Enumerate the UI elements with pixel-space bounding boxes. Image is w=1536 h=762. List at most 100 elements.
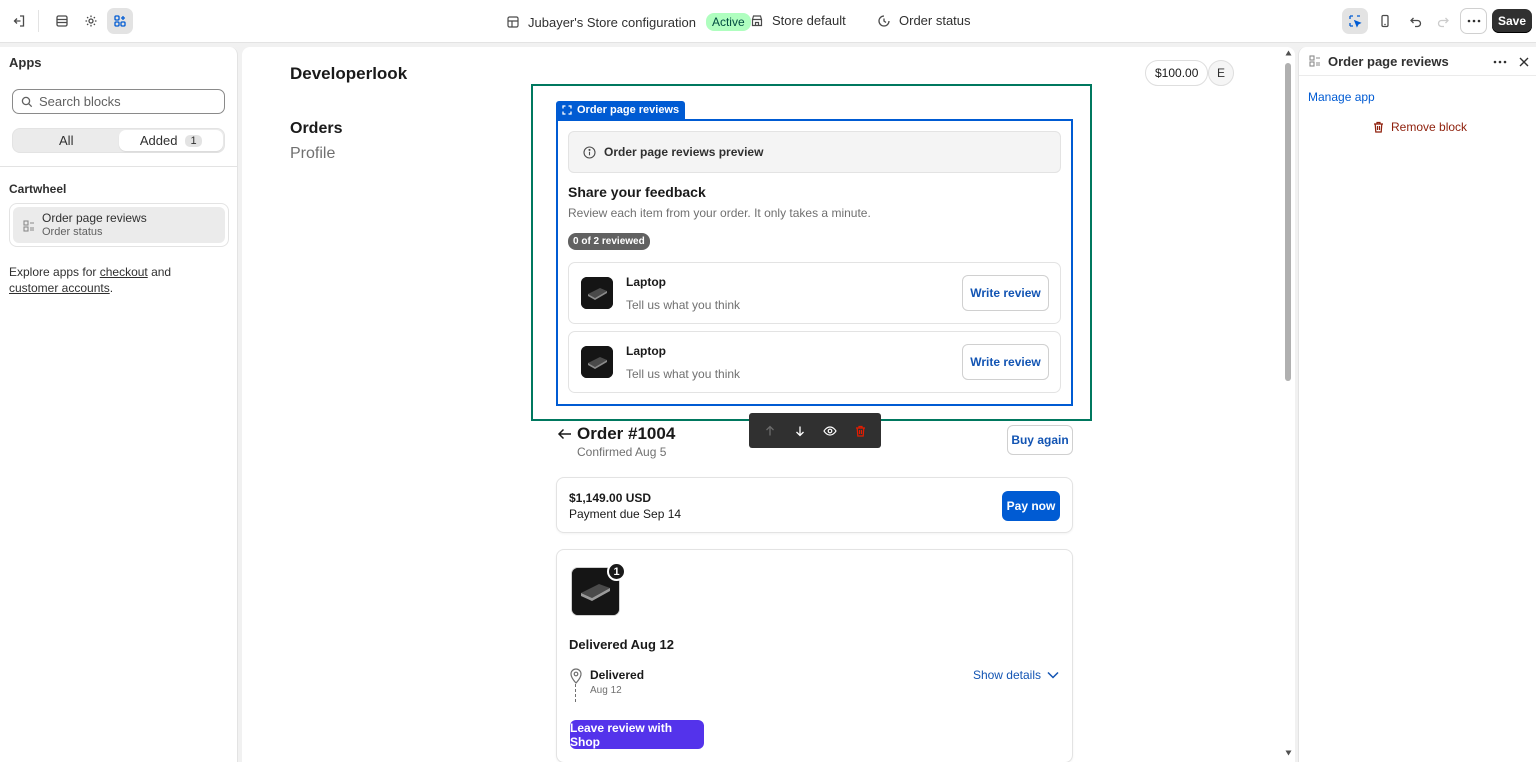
app-block-inner: Order page reviews Order status xyxy=(13,207,225,243)
buy-again-button[interactable]: Buy again xyxy=(1007,425,1073,455)
review-product-card: Laptop Tell us what you think Write revi… xyxy=(568,331,1061,393)
payment-amount: $1,149.00 USD xyxy=(569,491,652,505)
scrollbar-thumb[interactable] xyxy=(1285,63,1291,381)
delivered-heading: Delivered Aug 12 xyxy=(569,637,675,652)
more-horizontal-icon[interactable] xyxy=(1492,54,1508,70)
explore-suffix: . xyxy=(109,281,114,295)
toolbar-divider xyxy=(38,10,39,32)
store-credit-pill[interactable]: $100.00 xyxy=(1145,60,1209,86)
preview-info-banner: Order page reviews preview xyxy=(568,131,1061,173)
product-name: Laptop xyxy=(626,275,666,289)
block-toolbar xyxy=(749,413,881,448)
page-selector[interactable]: Order status xyxy=(877,13,971,28)
customer-accounts-link[interactable]: customer accounts xyxy=(9,281,110,295)
store-config-selector[interactable]: Jubayer's Store configuration Active xyxy=(506,13,751,31)
explore-and: and xyxy=(147,265,172,279)
search-icon xyxy=(21,96,33,107)
laptop-thumbnail xyxy=(581,346,613,378)
nav-orders-link[interactable]: Orders xyxy=(290,120,342,138)
panel-title: Apps xyxy=(9,55,42,70)
store-default-selector[interactable]: Store default xyxy=(750,13,846,28)
remove-block-label: Remove block xyxy=(1391,120,1468,134)
order-status-icon xyxy=(878,14,890,27)
filter-segmented-control: All Added 1 xyxy=(12,128,225,153)
app-block-icon xyxy=(1309,55,1323,69)
divider xyxy=(1299,75,1536,76)
app-block-item[interactable]: Order page reviews Order status xyxy=(9,203,229,247)
filter-added-tab[interactable]: Added 1 xyxy=(118,130,223,151)
app-block-icon xyxy=(19,216,39,236)
right-panel: Order page reviews Manage app Remove blo… xyxy=(1298,47,1536,762)
left-panel: Apps Search blocks All Added 1 Cartwheel… xyxy=(0,47,238,762)
trash-icon xyxy=(1374,121,1383,133)
search-input[interactable]: Search blocks xyxy=(12,89,225,114)
selected-block-label: Order page reviews xyxy=(577,104,680,116)
fulfillment-card: 1 Delivered Aug 12 Delivered Aug 12 Show… xyxy=(556,549,1073,762)
app-block-subtitle: Order status xyxy=(42,226,103,238)
delete-trash-icon[interactable] xyxy=(850,421,870,441)
exit-icon[interactable] xyxy=(6,8,32,34)
scroll-up-arrow-icon[interactable] xyxy=(1285,50,1292,56)
close-icon[interactable] xyxy=(1516,54,1532,70)
payment-card: $1,149.00 USD Payment due Sep 14 Pay now xyxy=(556,477,1073,533)
explore-prefix: Explore apps for xyxy=(9,265,100,279)
order-title: Order #1004 xyxy=(577,424,676,443)
redo-icon[interactable] xyxy=(1430,8,1456,34)
move-down-icon[interactable] xyxy=(790,421,810,441)
info-icon xyxy=(583,145,596,159)
delivery-status: Delivered xyxy=(590,668,645,682)
filter-all-label: All xyxy=(59,133,74,148)
show-details-label: Show details xyxy=(972,668,1041,682)
app-group-title: Cartwheel xyxy=(9,182,67,196)
app-block-title: Order page reviews xyxy=(42,211,147,225)
scroll-down-arrow-icon[interactable] xyxy=(1285,750,1292,756)
info-text: Order page reviews preview xyxy=(604,145,764,159)
manage-app-link[interactable]: Manage app xyxy=(1308,90,1375,104)
feedback-subtitle: Review each item from your order. It onl… xyxy=(568,206,871,220)
write-review-button[interactable]: Write review xyxy=(962,275,1049,311)
added-count-badge: 1 xyxy=(185,134,202,147)
preview-canvas: Developerlook Orders Profile $100.00 E O… xyxy=(242,47,1295,762)
undo-icon[interactable] xyxy=(1403,8,1429,34)
feedback-title: Share your feedback xyxy=(568,184,706,200)
pay-now-button[interactable]: Pay now xyxy=(1002,491,1060,521)
timeline-line xyxy=(575,684,576,702)
more-actions-button[interactable] xyxy=(1460,8,1487,34)
nav-profile-link[interactable]: Profile xyxy=(290,145,335,163)
order-confirmed-date: Confirmed Aug 5 xyxy=(577,445,667,459)
review-product-card: Laptop Tell us what you think Write revi… xyxy=(568,262,1061,324)
sections-icon[interactable] xyxy=(49,8,75,34)
top-bar: Jubayer's Store configuration Active Sto… xyxy=(0,0,1536,43)
explore-apps-text: Explore apps for checkout and customer a… xyxy=(9,264,229,296)
store-brand[interactable]: Developerlook xyxy=(290,64,407,84)
preview-scrollbar[interactable] xyxy=(1284,47,1293,762)
filter-all-tab[interactable]: All xyxy=(14,130,119,151)
divider xyxy=(0,166,238,167)
settings-gear-icon[interactable] xyxy=(78,8,104,34)
store-config-label: Jubayer's Store configuration xyxy=(528,14,696,30)
checkout-link[interactable]: checkout xyxy=(100,265,148,279)
chevron-down-icon xyxy=(1047,671,1059,679)
show-details-link[interactable]: Show details xyxy=(973,668,1059,682)
filter-added-label: Added xyxy=(139,133,178,148)
inspector-select-icon[interactable] xyxy=(1342,8,1368,34)
product-name: Laptop xyxy=(626,344,666,358)
product-prompt: Tell us what you think xyxy=(626,298,741,312)
location-pin-icon xyxy=(569,668,583,684)
remove-block-button[interactable]: Remove block xyxy=(1373,120,1467,134)
avatar[interactable]: E xyxy=(1208,60,1234,86)
leave-review-shop-button[interactable]: Leave review with Shop xyxy=(570,720,704,749)
status-badge: Active xyxy=(705,13,751,31)
quantity-badge: 1 xyxy=(607,562,626,581)
back-arrow-icon[interactable] xyxy=(557,426,573,442)
save-button[interactable]: Save xyxy=(1492,9,1532,33)
move-up-icon[interactable] xyxy=(760,421,780,441)
visibility-eye-icon[interactable] xyxy=(820,421,840,441)
mobile-view-icon[interactable] xyxy=(1372,8,1398,34)
store-icon xyxy=(751,14,763,26)
write-review-button[interactable]: Write review xyxy=(962,344,1049,380)
laptop-thumbnail xyxy=(581,277,613,309)
selected-block-tag: Order page reviews xyxy=(556,101,686,119)
apps-icon[interactable] xyxy=(107,8,133,34)
store-config-icon xyxy=(507,16,519,28)
